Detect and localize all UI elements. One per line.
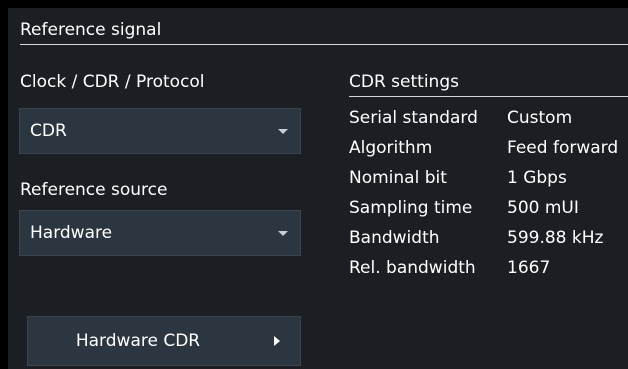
setting-value-serial-standard: Custom [507,108,573,128]
chevron-down-icon [278,129,288,134]
setting-key-serial-standard: Serial standard [349,108,478,128]
cdr-setting-row: Sampling time 500 mUI [349,198,628,228]
setting-value-bandwidth: 599.88 kHz [507,228,604,248]
clock-cdr-protocol-dropdown[interactable]: CDR [19,108,301,154]
setting-value-nominal-bit: 1 Gbps [507,168,567,188]
setting-value-algorithm: Feed forward [507,138,619,158]
chevron-down-icon [278,231,288,236]
reference-signal-panel: Reference signal Clock / CDR / Protocol … [8,8,628,369]
hardware-cdr-button[interactable]: Hardware CDR [27,316,301,366]
cdr-setting-row: Algorithm Feed forward [349,138,628,168]
section-divider [20,44,628,45]
clock-cdr-protocol-value: CDR [30,121,67,141]
setting-key-sampling-time: Sampling time [349,198,473,218]
reference-source-dropdown[interactable]: Hardware [19,210,301,256]
setting-key-nominal-bit: Nominal bit [349,168,447,188]
setting-value-rel-bandwidth: 1667 [507,258,551,278]
cdr-setting-row: Rel. bandwidth 1667 [349,258,628,288]
setting-key-rel-bandwidth: Rel. bandwidth [349,258,476,278]
triangle-right-icon [274,336,280,346]
setting-value-sampling-time: 500 mUI [507,198,579,218]
reference-source-label: Reference source [20,180,168,200]
setting-key-bandwidth: Bandwidth [349,228,440,248]
hardware-cdr-button-label: Hardware CDR [75,331,201,351]
cdr-settings-title: CDR settings [349,72,459,92]
cdr-setting-row: Bandwidth 599.88 kHz [349,228,628,258]
cdr-setting-row: Serial standard Custom [349,108,628,138]
reference-source-value: Hardware [30,223,113,243]
clock-cdr-protocol-label: Clock / CDR / Protocol [20,72,205,92]
cdr-settings-list: Serial standard Custom Algorithm Feed fo… [349,108,628,288]
section-title: Reference signal [20,20,162,40]
cdr-setting-row: Nominal bit 1 Gbps [349,168,628,198]
setting-key-algorithm: Algorithm [349,138,433,158]
cdr-settings-divider [349,96,628,97]
